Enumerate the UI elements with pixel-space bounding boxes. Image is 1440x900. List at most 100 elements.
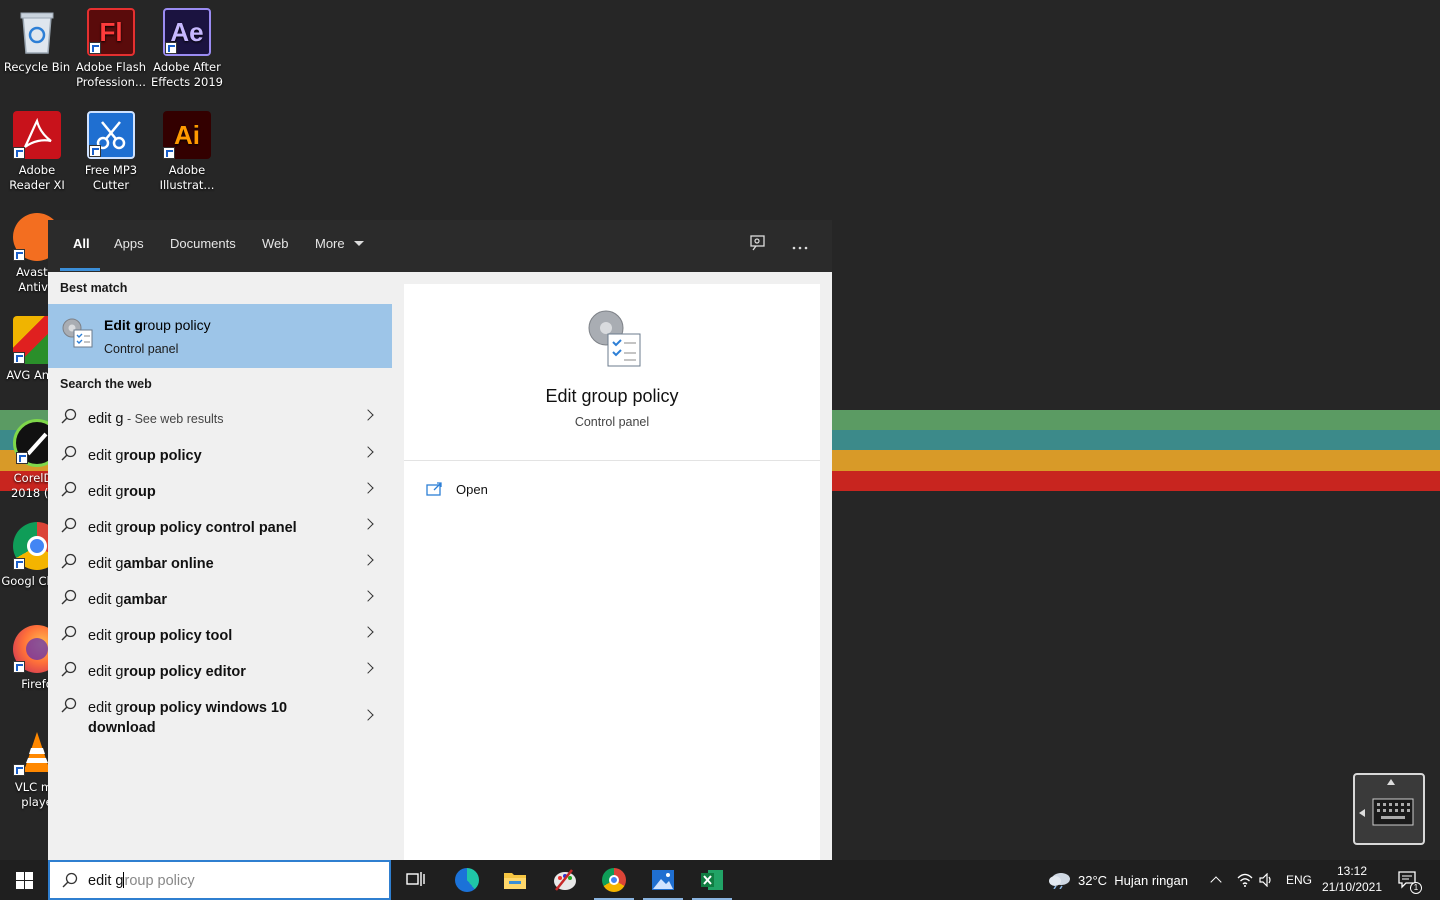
web-result-text: edit group [88, 484, 156, 500]
clock-date: 21/10/2021 [1321, 880, 1383, 894]
best-match-title: Edit group policy [104, 317, 211, 333]
desktop-icon-adobe-flash[interactable]: Fl Adobe Flash Profession... [74, 8, 148, 90]
web-result-item[interactable]: edit group policy control panel [48, 509, 392, 545]
illustrator-icon: Ai [163, 111, 211, 159]
adobe-flash-icon: Fl [87, 8, 135, 56]
desktop-icon-label: Adobe Flash Profession... [75, 60, 147, 89]
chevron-right-icon [362, 662, 374, 674]
search-suggestion-text: roup policy [124, 873, 195, 889]
web-result-item[interactable]: edit group policy tool [48, 617, 392, 653]
after-effects-icon: Ae [163, 8, 211, 56]
rain-cloud-icon [1049, 873, 1070, 889]
task-view-button[interactable] [392, 860, 440, 900]
more-options-icon[interactable] [788, 234, 812, 258]
web-result-item[interactable]: edit g - See web results [48, 400, 392, 436]
network-button[interactable] [1237, 860, 1253, 900]
start-button[interactable] [0, 860, 48, 900]
desktop-icon-label: Adobe Reader XI [9, 163, 65, 192]
best-match-item[interactable]: Edit group policy Control panel [48, 304, 392, 368]
taskbar-edge[interactable] [443, 860, 491, 900]
desktop-icon-recycle-bin[interactable]: Recycle Bin [0, 8, 74, 75]
search-icon [61, 625, 77, 641]
chevron-right-icon [362, 626, 374, 638]
desktop-icon-adobe-reader[interactable]: Adobe Reader XI [0, 111, 74, 193]
preview-title: Edit group policy [545, 386, 679, 406]
tab-all[interactable]: All [73, 236, 90, 251]
desktop-icon-label: Recycle Bin [3, 60, 71, 74]
best-match-heading: Best match [60, 281, 128, 295]
web-result-item[interactable]: edit gambar [48, 581, 392, 617]
desktop-icon-adobe-illustrator[interactable]: Ai Adobe Illustrat... [150, 111, 224, 193]
web-result-item[interactable]: edit group policy editor [48, 653, 392, 689]
wifi-icon [1237, 873, 1253, 887]
search-typed-text: edit g [88, 873, 124, 889]
touch-keyboard-widget[interactable] [1353, 773, 1425, 845]
taskbar-chrome[interactable] [590, 860, 638, 900]
desktop-icon-label: Free MP3 Cutter [84, 163, 138, 192]
taskbar-photos[interactable] [639, 860, 687, 900]
web-result-text: edit group policy tool [88, 628, 233, 644]
tab-web[interactable]: Web [262, 236, 289, 251]
results-list: Best match Edit group policy Control pan… [48, 272, 392, 860]
web-result-text: edit gambar [88, 592, 168, 608]
weather-text: 32°C Hujan ringan [1078, 872, 1188, 888]
web-result-text: edit group policy [88, 448, 202, 464]
open-label: Open [456, 482, 488, 497]
search-input[interactable]: edit group policy [88, 872, 195, 889]
search-icon [61, 553, 77, 569]
web-result-text: edit group policy editor [88, 664, 246, 680]
search-icon [61, 589, 77, 605]
search-filter-bar: All Apps Documents Web More [48, 220, 832, 272]
taskbar-paint[interactable] [541, 860, 589, 900]
taskbar-file-explorer[interactable] [491, 860, 539, 900]
tab-documents[interactable]: Documents [170, 236, 236, 251]
notification-count-badge: 1 [1410, 882, 1422, 894]
speaker-icon [1259, 873, 1271, 887]
web-result-item[interactable]: edit gambar online [48, 545, 392, 581]
search-icon [61, 661, 77, 677]
folder-icon [504, 873, 526, 889]
open-icon [426, 482, 442, 496]
best-match-subtitle: Control panel [104, 342, 179, 356]
chevron-right-icon [362, 554, 374, 566]
chevron-right-icon [362, 482, 374, 494]
web-result-text: edit gambar online [88, 556, 214, 572]
desktop-icon-free-mp3-cutter[interactable]: Free MP3 Cutter [74, 111, 148, 193]
taskbar-excel[interactable] [688, 860, 736, 900]
taskbar-clock[interactable]: 13:12 21/10/2021 [1318, 863, 1386, 895]
feedback-icon[interactable] [746, 234, 770, 258]
web-result-text: edit g - See web results [88, 411, 224, 427]
preview-subtitle: Control panel [574, 415, 650, 429]
web-result-text: edit group policy control panel [88, 520, 297, 536]
input-language-indicator[interactable]: ENG [1286, 860, 1312, 900]
recycle-bin-icon [13, 8, 61, 56]
web-result-item[interactable]: edit group [48, 473, 392, 509]
desktop-icon-label: Adobe After Effects 2019 [150, 60, 223, 89]
search-web-heading: Search the web [60, 377, 152, 391]
scissors-icon [87, 111, 135, 159]
show-hidden-icons-button[interactable] [1210, 860, 1222, 900]
search-icon [61, 481, 77, 497]
volume-button[interactable] [1259, 860, 1275, 900]
search-icon [61, 445, 77, 461]
web-result-item[interactable]: edit group policy windows 10 download [48, 689, 392, 745]
chrome-icon [602, 868, 626, 892]
web-result-item[interactable]: edit group policy [48, 437, 392, 473]
paint-palette-icon [554, 869, 576, 891]
web-result-text: edit group policy windows 10 download [88, 700, 288, 736]
chevron-right-icon [362, 518, 374, 530]
chevron-right-icon [362, 709, 374, 721]
weather-widget[interactable]: 32°C Hujan ringan [1048, 860, 1188, 900]
preview-divider [404, 460, 820, 461]
chevron-right-icon [362, 446, 374, 458]
desktop-icon-after-effects[interactable]: Ae Adobe After Effects 2019 [150, 8, 224, 90]
taskbar-search-box[interactable]: edit group policy [48, 860, 391, 900]
keyboard-icon [1359, 779, 1414, 826]
excel-icon [701, 870, 723, 890]
action-center-button[interactable]: 1 [1398, 860, 1422, 900]
tab-apps[interactable]: Apps [114, 236, 144, 251]
clock-time: 13:12 [1336, 864, 1368, 878]
chevron-right-icon [362, 590, 374, 602]
tab-more[interactable]: More [315, 236, 365, 251]
search-panel: All Apps Documents Web More Best match E… [48, 220, 832, 860]
